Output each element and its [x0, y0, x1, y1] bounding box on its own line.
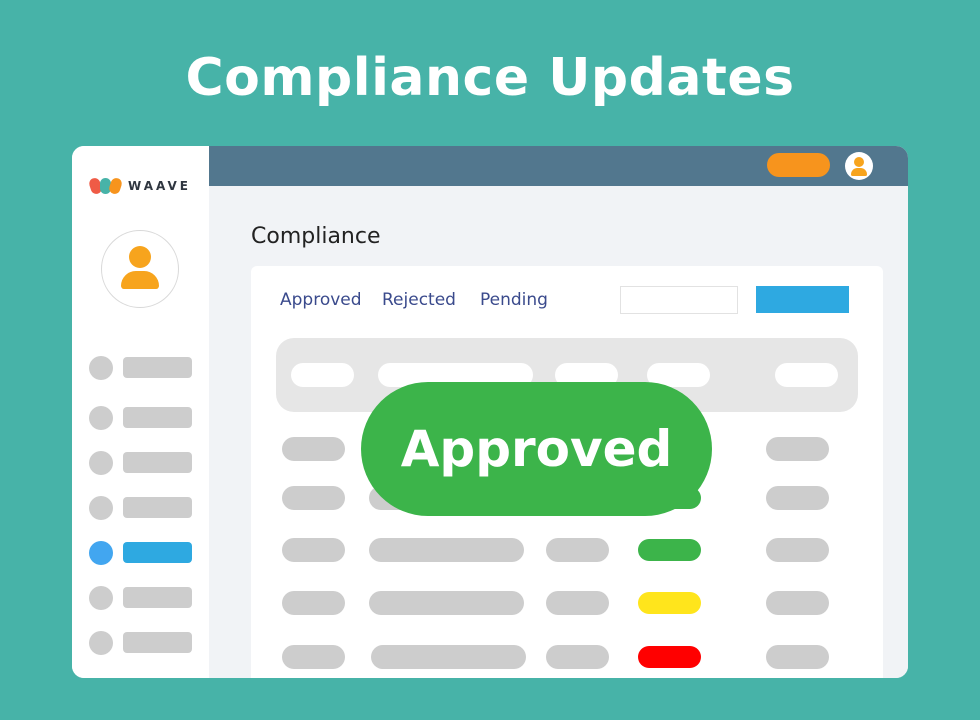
- primary-action-button[interactable]: [756, 286, 849, 313]
- table-cell: [546, 538, 609, 562]
- status-badge: [638, 646, 701, 668]
- status-badge: [638, 592, 701, 614]
- tab-rejected[interactable]: Rejected: [382, 290, 456, 310]
- tab-pending[interactable]: Pending: [480, 290, 548, 310]
- sidebar-item-label: [123, 497, 192, 518]
- sidebar-item-icon: [89, 586, 113, 610]
- sidebar-item-label: [123, 632, 192, 653]
- table-cell: [546, 645, 609, 669]
- sidebar-item-6[interactable]: [89, 586, 194, 610]
- search-input[interactable]: [620, 286, 738, 314]
- table-cell: [282, 645, 345, 669]
- table-cell: [282, 437, 345, 461]
- sidebar-item-label: [123, 407, 192, 428]
- app-window: WAAVE Compliance Approved Rejected Pendi…: [72, 146, 908, 678]
- sidebar-item-icon: [89, 631, 113, 655]
- sidebar-item-icon: [89, 356, 113, 380]
- sidebar-item-icon: [89, 406, 113, 430]
- table-cell: [766, 645, 829, 669]
- approved-badge: Approved: [361, 382, 712, 516]
- tab-approved[interactable]: Approved: [280, 290, 362, 310]
- sidebar-item-3[interactable]: [89, 451, 194, 475]
- page-title: Compliance: [251, 224, 381, 249]
- user-icon-head: [129, 246, 151, 268]
- profile-avatar[interactable]: [101, 230, 179, 308]
- status-badge: [638, 539, 701, 561]
- table-cell: [766, 486, 829, 510]
- sidebar-item-7[interactable]: [89, 631, 194, 655]
- sidebar-item-1[interactable]: [89, 356, 194, 380]
- user-icon-body: [121, 271, 159, 289]
- table-cell: [282, 591, 345, 615]
- waave-logo-icon: [87, 176, 124, 196]
- sidebar-item-icon: [89, 451, 113, 475]
- table-cell: [371, 645, 526, 669]
- sidebar-item-label: [123, 587, 192, 608]
- page-hero-title: Compliance Updates: [185, 48, 795, 108]
- sidebar-item-label: [123, 357, 192, 378]
- logo-text: WAAVE: [128, 179, 191, 193]
- approved-badge-label: Approved: [400, 420, 673, 478]
- sidebar-item-2[interactable]: [89, 406, 194, 430]
- top-action-button[interactable]: [767, 153, 830, 177]
- table-cell: [282, 486, 345, 510]
- sidebar-item-label: [123, 542, 192, 563]
- column-header[interactable]: [291, 363, 354, 387]
- user-avatar-icon[interactable]: [845, 152, 873, 180]
- column-header[interactable]: [775, 363, 838, 387]
- table-cell: [546, 591, 609, 615]
- sidebar-item-icon: [89, 541, 113, 565]
- table-cell: [766, 538, 829, 562]
- top-bar: [209, 146, 908, 186]
- sidebar-item-icon: [89, 496, 113, 520]
- table-cell: [369, 538, 524, 562]
- logo[interactable]: WAAVE: [87, 176, 191, 196]
- table-cell: [282, 538, 345, 562]
- sidebar-item-label: [123, 452, 192, 473]
- sidebar-item-5-active[interactable]: [89, 541, 194, 565]
- table-cell: [369, 591, 524, 615]
- sidebar-item-4[interactable]: [89, 496, 194, 520]
- sidebar: WAAVE: [72, 146, 209, 678]
- table-cell: [766, 591, 829, 615]
- table-cell: [766, 437, 829, 461]
